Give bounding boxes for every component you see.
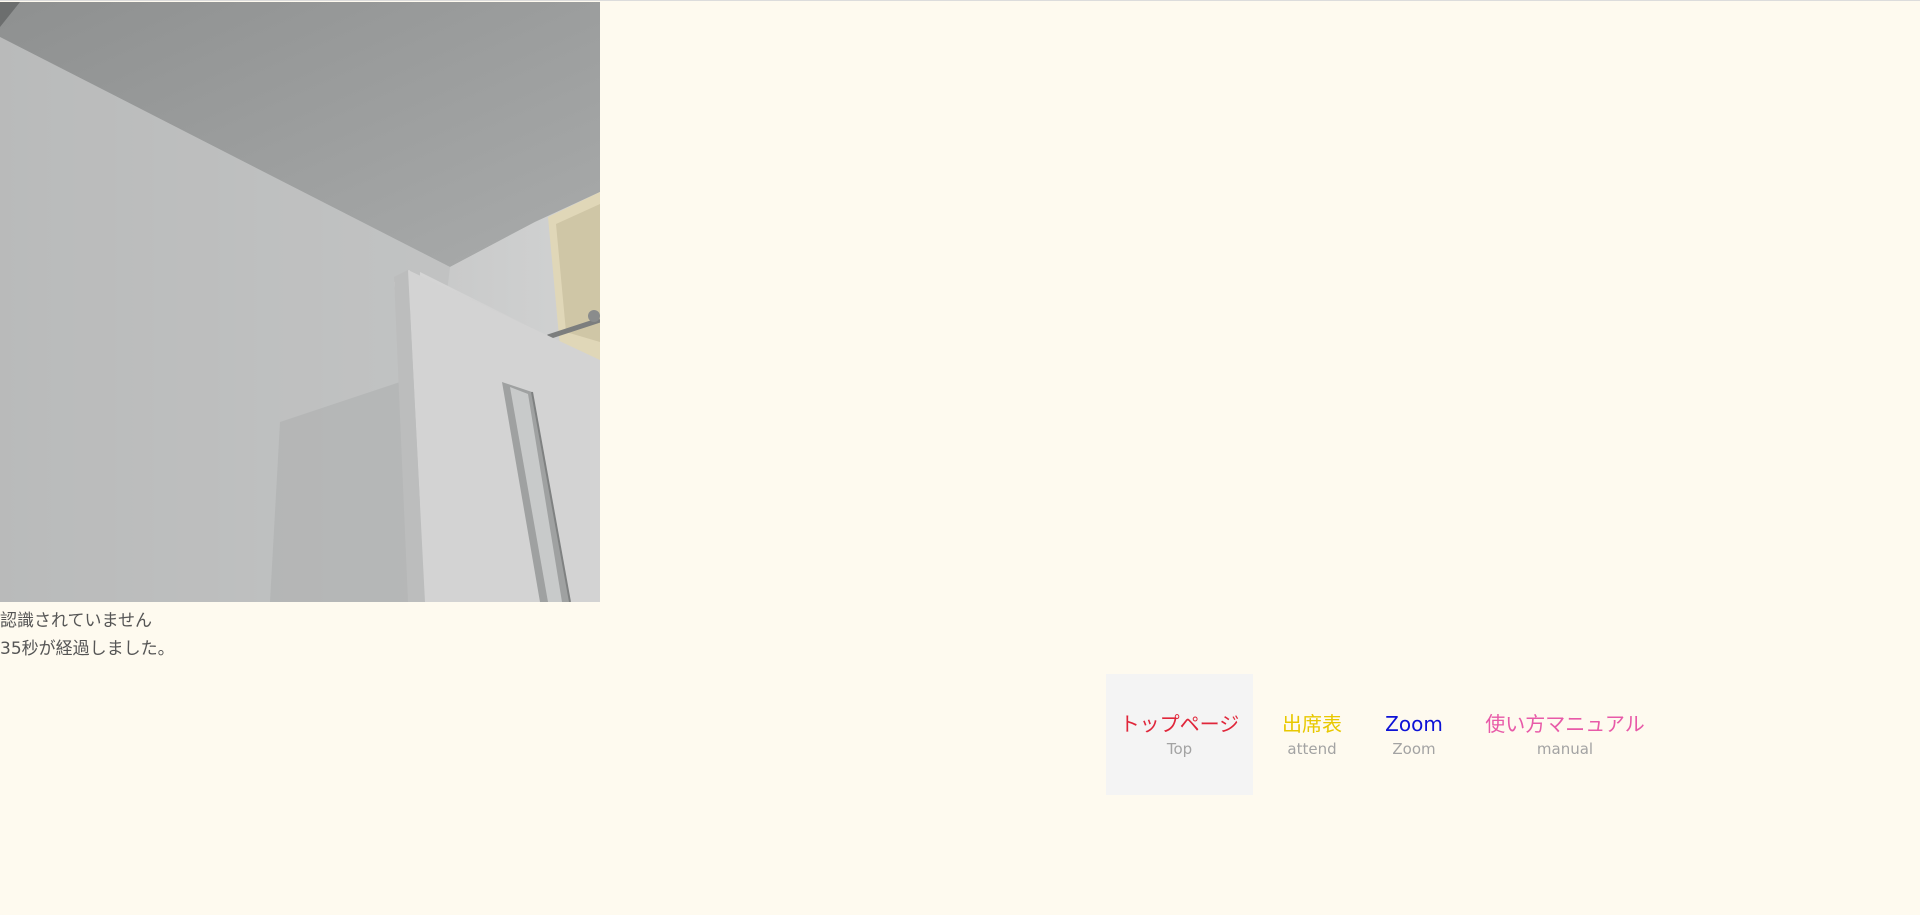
camera-frame-image [0, 2, 600, 602]
camera-feed [0, 2, 600, 602]
nav-item-attend-label: 出席表 [1282, 711, 1342, 736]
top-divider [0, 0, 1920, 1]
nav-item-zoom[interactable]: Zoom Zoom [1371, 674, 1457, 795]
main-nav: トップページ Top 出席表 attend Zoom Zoom 使い方マニュアル… [1106, 674, 1673, 795]
recognition-status: 認識されていません [0, 611, 152, 631]
nav-item-top-sublabel: Top [1166, 739, 1193, 758]
nav-item-manual-label: 使い方マニュアル [1485, 711, 1645, 736]
nav-item-attend[interactable]: 出席表 attend [1253, 674, 1371, 795]
nav-item-attend-sublabel: attend [1287, 739, 1337, 758]
nav-item-zoom-sublabel: Zoom [1392, 739, 1436, 758]
elapsed-time-status: 35秒が経過しました。 [0, 639, 175, 659]
nav-item-top[interactable]: トップページ Top [1106, 674, 1253, 795]
nav-item-top-label: トップページ [1119, 711, 1240, 736]
nav-item-manual[interactable]: 使い方マニュアル manual [1457, 674, 1673, 795]
nav-item-zoom-label: Zoom [1385, 711, 1443, 736]
nav-item-manual-sublabel: manual [1536, 739, 1594, 758]
